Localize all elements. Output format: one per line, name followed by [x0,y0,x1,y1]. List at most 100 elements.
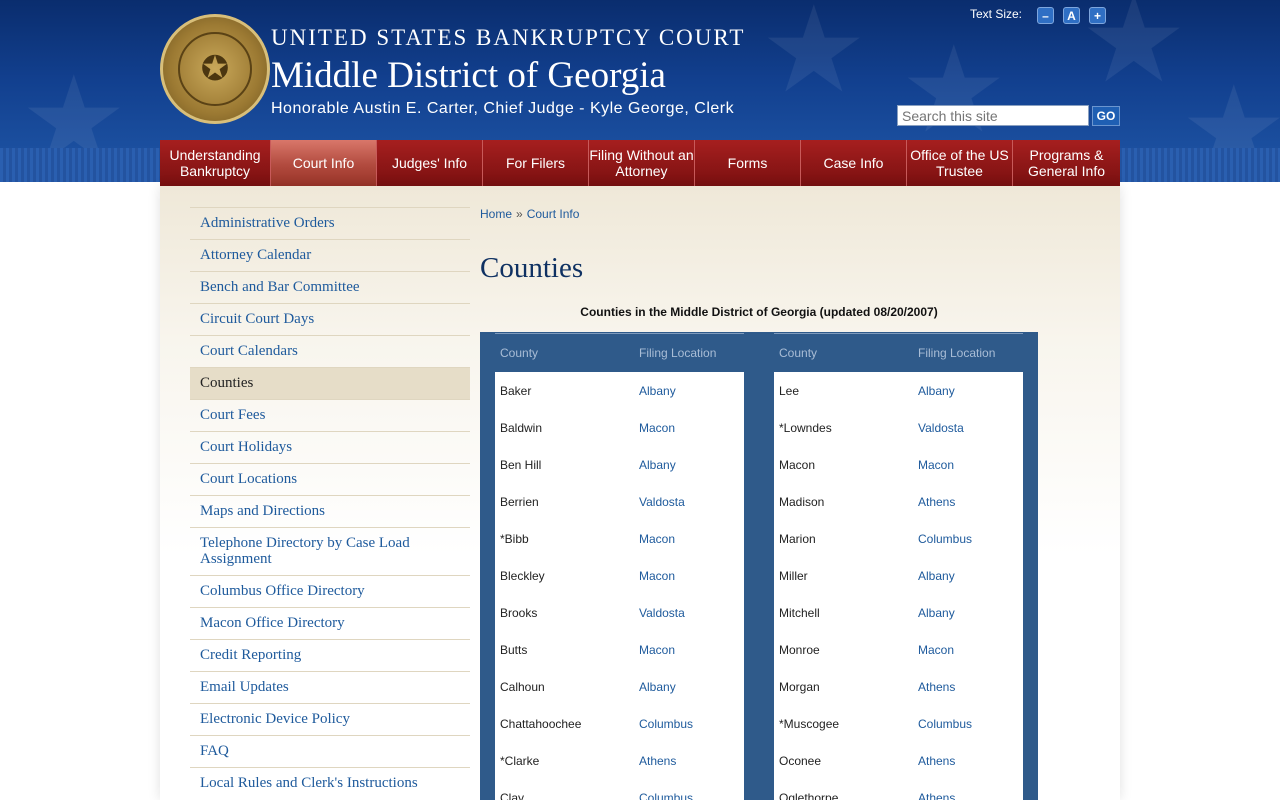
filing-location-link[interactable]: Columbus [913,532,972,546]
sidebar-item-court-locations[interactable]: Court Locations [190,463,470,495]
nav-filing-without-attorney[interactable]: Filing Without an Attorney [589,140,695,186]
table-row: *Bibb Macon [495,520,744,557]
filing-location-link[interactable]: Macon [913,458,954,472]
text-size-increase-button[interactable]: + [1089,7,1106,24]
table-row: Ben Hill Albany [495,446,744,483]
sidebar-menu: Administrative Orders Attorney Calendar … [190,207,470,799]
sidebar-item-faq[interactable]: FAQ [190,735,470,767]
county-name: Calhoun [500,679,545,694]
table-row: Morgan Athens [774,668,1023,705]
court-name: UNITED STATES BANKRUPTCY COURT [271,25,746,50]
sidebar-item-macon-directory[interactable]: Macon Office Directory [190,607,470,639]
sidebar-item-court-holidays[interactable]: Court Holidays [190,431,470,463]
sidebar-item-local-rules[interactable]: Local Rules and Clerk's Instructions [190,767,470,799]
sidebar-item-bench-bar-committee[interactable]: Bench and Bar Committee [190,271,470,303]
sidebar-item-administrative-orders[interactable]: Administrative Orders [190,207,470,239]
county-name: Mitchell [779,605,820,620]
nav-court-info[interactable]: Court Info [271,140,377,186]
table-header-row: County Filing Location [774,333,1023,372]
text-size-label: Text Size: [970,7,1023,21]
county-name: Ben Hill [500,457,542,472]
nav-forms[interactable]: Forms [695,140,801,186]
filing-location-link[interactable]: Valdosta [634,495,685,509]
sidebar-item-counties[interactable]: Counties [190,367,470,399]
filing-location-link[interactable]: Albany [913,569,955,583]
filing-location-link[interactable]: Macon [634,569,675,583]
table-row: Mitchell Albany [774,594,1023,631]
nav-programs-general-info[interactable]: Programs & General Info [1013,140,1120,186]
sidebar-item-email-updates[interactable]: Email Updates [190,671,470,703]
search-go-button[interactable]: GO [1092,106,1120,126]
nav-us-trustee[interactable]: Office of the US Trustee [907,140,1013,186]
filing-location-link[interactable]: Columbus [634,717,693,731]
table-row: *Clarke Athens [495,742,744,779]
county-name: Madison [779,494,825,509]
sidebar-item-court-calendars[interactable]: Court Calendars [190,335,470,367]
county-name: Macon [779,457,816,472]
nav-for-filers[interactable]: For Filers [483,140,589,186]
sidebar-item-circuit-court-days[interactable]: Circuit Court Days [190,303,470,335]
page-title: Counties [480,252,584,284]
filing-location-link[interactable]: Albany [634,458,676,472]
filing-location-link[interactable]: Athens [913,680,955,694]
county-name: Lee [779,383,800,398]
county-name: Morgan [779,679,820,694]
nav-case-info[interactable]: Case Info [801,140,907,186]
filing-location-link[interactable]: Athens [913,754,955,768]
filing-location-link[interactable]: Athens [913,791,955,800]
county-name: Chattahoochee [500,716,582,731]
header-filing-location: Filing Location [918,346,996,360]
filing-location-link[interactable]: Valdosta [634,606,685,620]
filing-location-link[interactable]: Athens [913,495,955,509]
sidebar-item-telephone-directory[interactable]: Telephone Directory by Case Load Assignm… [190,527,470,575]
county-name: Oglethorpe [779,790,839,800]
eagle-icon: ✪ [178,32,252,106]
table-row: *Muscogee Columbus [774,705,1023,742]
filing-location-link[interactable]: Macon [634,421,675,435]
sidebar-item-attorney-calendar[interactable]: Attorney Calendar [190,239,470,271]
sidebar-item-court-fees[interactable]: Court Fees [190,399,470,431]
county-name: Clay [500,790,525,800]
text-size-decrease-button[interactable]: – [1037,7,1054,24]
filing-location-link[interactable]: Valdosta [913,421,964,435]
table-row: Oglethorpe Athens [774,779,1023,800]
table-row: Madison Athens [774,483,1023,520]
judge-clerk-line: Honorable Austin E. Carter, Chief Judge … [271,100,735,117]
filing-location-link[interactable]: Albany [913,384,955,398]
sidebar-item-electronic-device-policy[interactable]: Electronic Device Policy [190,703,470,735]
main-nav: Understanding Bankruptcy Court Info Judg… [160,140,1120,186]
table-row: Lee Albany [774,372,1023,409]
filing-location-link[interactable]: Albany [634,680,676,694]
filing-location-link[interactable]: Macon [634,532,675,546]
table-row: Monroe Macon [774,631,1023,668]
filing-location-link[interactable]: Columbus [913,717,972,731]
search-input[interactable] [897,105,1089,126]
nav-judges-info[interactable]: Judges' Info [377,140,483,186]
filing-location-link[interactable]: Albany [913,606,955,620]
county-name: *Bibb [500,531,529,546]
star-decoration-icon: ★ [900,23,1008,148]
table-row: Chattahoochee Columbus [495,705,744,742]
table-row: Butts Macon [495,631,744,668]
breadcrumb-home-link[interactable]: Home [480,207,512,221]
sidebar-item-credit-reporting[interactable]: Credit Reporting [190,639,470,671]
filing-location-link[interactable]: Macon [634,643,675,657]
breadcrumb-court-info-link[interactable]: Court Info [527,207,580,221]
counties-table-right: County Filing Location Lee Albany *Lowndes… [774,333,1023,800]
county-name: Baldwin [500,420,543,435]
sidebar-item-columbus-directory[interactable]: Columbus Office Directory [190,575,470,607]
filing-location-link[interactable]: Athens [634,754,676,768]
filing-location-link[interactable]: Columbus [634,791,693,800]
table-header-row: County Filing Location [495,333,744,372]
nav-understanding-bankruptcy[interactable]: Understanding Bankruptcy [160,140,271,186]
table-row: Berrien Valdosta [495,483,744,520]
table-row: Calhoun Albany [495,668,744,705]
county-name: Baker [500,383,532,398]
filing-location-link[interactable]: Macon [913,643,954,657]
text-size-reset-button[interactable]: A [1063,7,1080,24]
court-seal-icon[interactable]: ✪ [160,14,270,124]
filing-location-link[interactable]: Albany [634,384,676,398]
star-decoration-icon: ★ [20,53,128,148]
county-name: *Clarke [500,753,540,768]
sidebar-item-maps-directions[interactable]: Maps and Directions [190,495,470,527]
